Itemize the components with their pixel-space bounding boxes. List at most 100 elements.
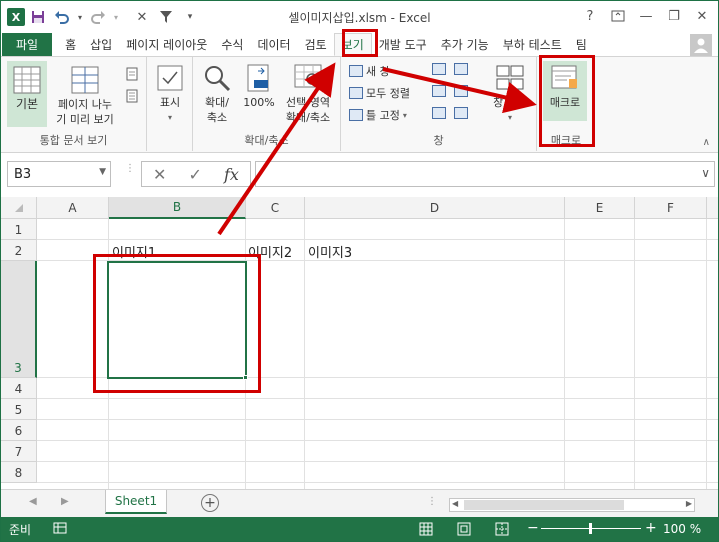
side-by-side-button[interactable] bbox=[453, 63, 469, 75]
formula-bar-grip-icon[interactable]: ⋮ bbox=[125, 164, 135, 174]
switch-windows-button[interactable]: 창 전환 ▾ bbox=[487, 61, 533, 125]
tab-data[interactable]: 데이터 bbox=[250, 33, 297, 56]
formula-input[interactable]: ∨ bbox=[255, 161, 715, 187]
cell-c2[interactable]: 이미지2 bbox=[248, 242, 292, 261]
gridline bbox=[706, 219, 707, 489]
fill-handle[interactable] bbox=[243, 375, 248, 380]
reset-position-button[interactable] bbox=[453, 107, 469, 119]
page-layout-status-icon[interactable] bbox=[457, 522, 471, 539]
scroll-right-icon[interactable]: ▶ bbox=[686, 499, 692, 508]
cell-b2[interactable]: 이미지1 bbox=[112, 242, 156, 261]
row-header-3[interactable]: 3 bbox=[1, 261, 37, 378]
expand-formula-bar-icon[interactable]: ∨ bbox=[701, 166, 710, 180]
column-header-e[interactable]: E bbox=[565, 197, 635, 219]
tab-developer[interactable]: 개발 도구 bbox=[372, 33, 434, 56]
help-button[interactable]: ? bbox=[578, 5, 602, 27]
zoom-100-button[interactable]: 100% bbox=[241, 61, 277, 110]
tab-file[interactable]: 파일 bbox=[2, 33, 53, 56]
excel-logo-icon: X bbox=[7, 8, 25, 26]
new-window-button[interactable]: 새 창 bbox=[349, 63, 390, 79]
zoom-to-selection-button[interactable]: 선택 영역 확대/축소 bbox=[279, 61, 337, 125]
normal-view-status-icon[interactable] bbox=[419, 522, 433, 539]
zoom-slider-thumb[interactable] bbox=[589, 523, 592, 534]
ribbon: 기본 페이지 나누 기 미리 보기 통합 문서 보기 표시 ▾ 확대/ 축소 1… bbox=[1, 57, 718, 153]
column-header-a[interactable]: A bbox=[37, 197, 109, 219]
hide-button[interactable] bbox=[431, 85, 447, 97]
worksheet-grid[interactable]: A B C D E F 1 2 3 4 5 6 7 8 이미지1 이미지2 이미… bbox=[1, 197, 718, 489]
zoom-in-button[interactable]: + bbox=[645, 520, 657, 536]
tab-page-layout[interactable]: 페이지 레이아웃 bbox=[119, 33, 214, 56]
row-header-7[interactable]: 7 bbox=[1, 441, 37, 462]
customize-qat-icon[interactable]: ▾ bbox=[179, 6, 201, 28]
tab-review[interactable]: 검토 bbox=[298, 33, 334, 56]
zoom-slider[interactable] bbox=[541, 523, 641, 534]
redo-icon[interactable] bbox=[87, 6, 109, 28]
macros-button[interactable]: 매크로 bbox=[543, 61, 587, 121]
confirm-entry-button[interactable]: ✓ bbox=[189, 165, 202, 184]
row-header-2[interactable]: 2 bbox=[1, 240, 37, 261]
name-box-dropdown-icon[interactable]: ▼ bbox=[99, 167, 106, 177]
zoom-level[interactable]: 100 % bbox=[663, 522, 701, 536]
unhide-button[interactable] bbox=[431, 107, 447, 119]
undo-icon[interactable] bbox=[51, 6, 73, 28]
column-header-f[interactable]: F bbox=[635, 197, 707, 219]
page-break-status-icon[interactable] bbox=[495, 522, 509, 539]
sheet-bar-splitter-icon[interactable]: ⋮ bbox=[427, 496, 437, 507]
close-button[interactable]: ✕ bbox=[690, 5, 714, 27]
show-group: 표시 ▾ bbox=[147, 57, 193, 151]
arrange-all-button[interactable]: 모두 정렬 bbox=[349, 85, 410, 101]
tab-formulas[interactable]: 수식 bbox=[214, 33, 250, 56]
next-sheet-icon[interactable]: ▶ bbox=[61, 496, 69, 507]
redo-dropdown-icon[interactable]: ▾ bbox=[111, 6, 121, 28]
sheet-tab-sheet1[interactable]: Sheet1 bbox=[105, 490, 167, 514]
column-header-d[interactable]: D bbox=[305, 197, 565, 219]
clear-icon[interactable]: ✕ bbox=[131, 6, 153, 28]
tab-view[interactable]: 보기 bbox=[333, 33, 372, 56]
sync-scroll-button[interactable] bbox=[453, 85, 469, 97]
ribbon-display-icon[interactable] bbox=[606, 5, 630, 27]
row-header-8[interactable]: 8 bbox=[1, 462, 37, 483]
column-header-c[interactable]: C bbox=[246, 197, 305, 219]
add-sheet-button[interactable]: + bbox=[201, 494, 219, 512]
tab-load-test[interactable]: 부하 테스트 bbox=[496, 33, 569, 56]
custom-view-button[interactable] bbox=[123, 89, 141, 103]
column-header-b[interactable]: B bbox=[109, 197, 246, 219]
macro-record-icon[interactable] bbox=[53, 522, 67, 537]
save-icon[interactable] bbox=[27, 6, 49, 28]
zoom-out-button[interactable]: − bbox=[527, 520, 539, 536]
gridline bbox=[37, 398, 718, 399]
row-header-6[interactable]: 6 bbox=[1, 420, 37, 441]
tab-home[interactable]: 홈 bbox=[58, 33, 83, 56]
new-window-icon bbox=[349, 65, 363, 77]
zoom-button[interactable]: 확대/ 축소 bbox=[197, 61, 237, 125]
tab-add-ins[interactable]: 추가 기능 bbox=[434, 33, 496, 56]
collapse-ribbon-icon[interactable]: ∧ bbox=[703, 137, 710, 148]
tab-insert[interactable]: 삽입 bbox=[83, 33, 119, 56]
filter-icon[interactable] bbox=[155, 6, 177, 28]
select-all-corner[interactable] bbox=[1, 197, 37, 219]
page-layout-view-button[interactable] bbox=[123, 67, 141, 81]
tab-team[interactable]: 팀 bbox=[569, 33, 594, 56]
row-header-4[interactable]: 4 bbox=[1, 378, 37, 399]
prev-sheet-icon[interactable]: ◀ bbox=[29, 496, 37, 507]
selected-cell-b3[interactable] bbox=[107, 261, 247, 379]
user-avatar[interactable] bbox=[690, 34, 712, 56]
zoom-100-label: 100% bbox=[243, 96, 275, 109]
minimize-button[interactable]: — bbox=[634, 5, 658, 27]
insert-function-button[interactable]: fx bbox=[224, 165, 239, 184]
split-button[interactable] bbox=[431, 63, 447, 75]
horizontal-scrollbar[interactable]: ◀ ▶ bbox=[449, 498, 695, 512]
restore-button[interactable]: ❐ bbox=[662, 5, 686, 27]
name-box[interactable]: B3 ▼ bbox=[7, 161, 111, 187]
undo-dropdown-icon[interactable]: ▾ bbox=[75, 6, 85, 28]
show-button[interactable]: 표시 ▾ bbox=[153, 61, 187, 125]
row-header-5[interactable]: 5 bbox=[1, 399, 37, 420]
normal-view-button[interactable]: 기본 bbox=[7, 61, 47, 127]
freeze-panes-button[interactable]: 틀 고정 ▾ bbox=[349, 107, 407, 123]
horizontal-scroll-thumb[interactable] bbox=[464, 500, 624, 510]
cancel-entry-button[interactable]: ✕ bbox=[153, 165, 166, 184]
scroll-left-icon[interactable]: ◀ bbox=[452, 499, 458, 508]
row-header-1[interactable]: 1 bbox=[1, 219, 37, 240]
cell-d2[interactable]: 이미지3 bbox=[308, 242, 352, 261]
page-break-preview-button[interactable]: 페이지 나누 기 미리 보기 bbox=[49, 61, 121, 127]
